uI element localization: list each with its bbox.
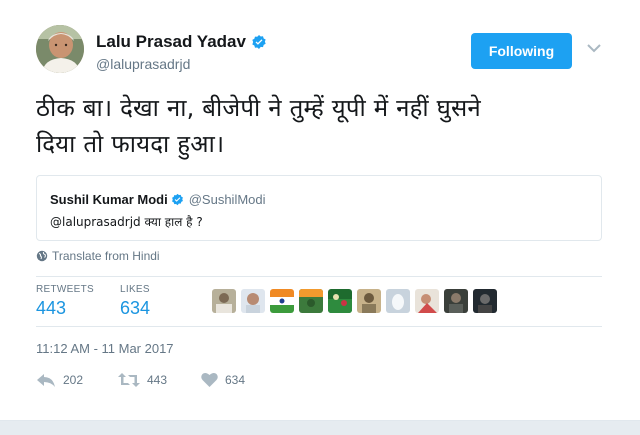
liker-avatar[interactable]	[357, 289, 381, 313]
reply-button[interactable]: 202	[36, 372, 83, 388]
translate-label[interactable]: Translate from Hindi	[52, 249, 160, 263]
liker-avatar[interactable]	[473, 289, 497, 313]
like-button[interactable]: 634	[201, 372, 245, 387]
likes-label[interactable]: LIKES	[120, 284, 150, 295]
quoted-author-name: Sushil Kumar Modi	[50, 192, 168, 207]
translate-link[interactable]: Translate from Hindi	[36, 249, 160, 263]
retweet-count: 443	[147, 373, 168, 387]
liker-avatar[interactable]	[270, 289, 294, 313]
globe-icon	[36, 250, 48, 262]
liker-avatar[interactable]	[386, 289, 410, 313]
retweet-icon	[118, 373, 140, 387]
tweet-text-line: दिया तो फायदा हुआ।	[36, 130, 225, 158]
tweet-text: ठीक बा। देखा ना, बीजेपी ने तुम्हें यूपी …	[36, 90, 606, 162]
reply-count: 202	[63, 373, 84, 387]
tweet-card: Lalu Prasad Yadav @laluprasadrjd Followi…	[0, 0, 640, 420]
likes-count[interactable]: 634	[120, 298, 150, 319]
verified-badge-icon	[252, 35, 266, 49]
divider	[36, 276, 602, 277]
author-handle[interactable]: @laluprasadrjd	[96, 56, 190, 72]
retweets-count[interactable]: 443	[36, 298, 66, 319]
tweet-text-line: ठीक बा। देखा ना, बीजेपी ने तुम्हें यूपी …	[36, 94, 481, 122]
author-name-row[interactable]: Lalu Prasad Yadav	[96, 32, 267, 52]
liker-avatar[interactable]	[241, 289, 265, 313]
liker-avatars	[212, 289, 497, 313]
verified-badge-icon	[171, 193, 183, 206]
liker-avatar[interactable]	[444, 289, 468, 313]
liker-avatar[interactable]	[328, 289, 352, 313]
quoted-author-row: Sushil Kumar Modi @SushilModi	[50, 192, 266, 207]
tweet-timestamp[interactable]: 11:12 AM - 11 Mar 2017	[36, 341, 174, 356]
liker-avatar[interactable]	[212, 289, 236, 313]
page-background-strip	[0, 420, 640, 435]
retweets-label[interactable]: RETWEETS	[36, 284, 94, 295]
reply-icon	[37, 374, 55, 387]
retweet-button[interactable]: 443	[118, 372, 167, 388]
chevron-down-icon[interactable]	[587, 43, 601, 53]
divider	[36, 326, 602, 327]
liker-avatar[interactable]	[415, 289, 439, 313]
following-button[interactable]: Following	[471, 33, 572, 69]
liker-avatar[interactable]	[299, 289, 323, 313]
quoted-tweet[interactable]: Sushil Kumar Modi @SushilModi @laluprasa…	[36, 175, 602, 241]
author-name[interactable]: Lalu Prasad Yadav	[96, 32, 246, 52]
quoted-author-handle: @SushilModi	[188, 192, 266, 207]
quoted-tweet-text: @laluprasadrjd क्या हाल है ?	[50, 215, 203, 229]
heart-icon	[201, 372, 218, 387]
author-avatar[interactable]	[36, 25, 84, 73]
like-count: 634	[225, 372, 246, 387]
